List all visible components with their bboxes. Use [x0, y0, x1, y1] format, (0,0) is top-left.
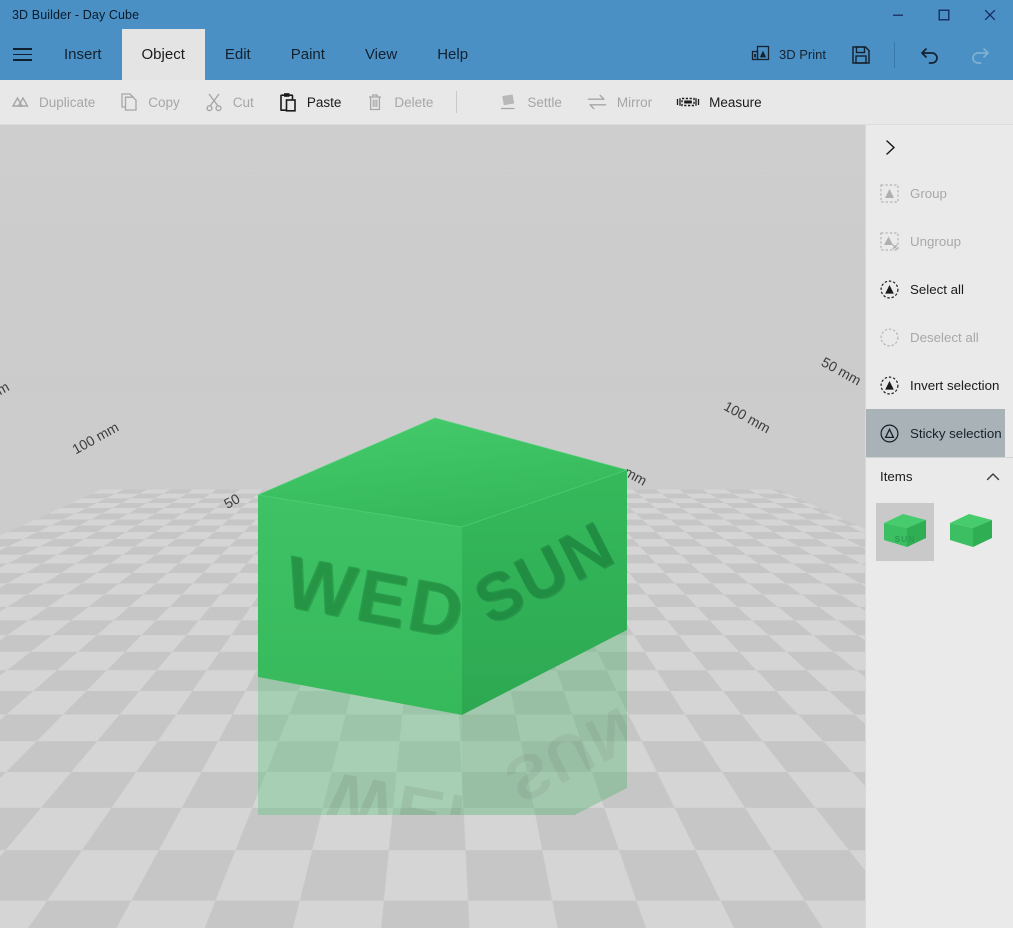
duplicate-label: Duplicate — [39, 95, 95, 110]
minimize-icon — [892, 9, 904, 21]
items-header-label: Items — [880, 469, 913, 484]
toolbar-separator — [456, 91, 457, 113]
delete-icon — [365, 92, 385, 112]
measure-icon — [676, 92, 700, 112]
item-thumbnail-cube: SUN — [883, 513, 927, 551]
menu-bar-actions: 3D Print — [739, 29, 1013, 80]
panel-expand-button[interactable] — [866, 125, 1013, 169]
ruler-label: mm — [0, 378, 12, 403]
item-thumbnail-label: SUN — [883, 534, 927, 544]
hamburger-line — [13, 48, 32, 50]
copy-icon — [119, 92, 139, 112]
menu-item-object[interactable]: Object — [122, 29, 205, 80]
measure-button[interactable]: Measure — [666, 80, 776, 125]
panel-item-invert-selection[interactable]: Invert selection — [866, 361, 1013, 409]
panel-item-label: Sticky selection — [910, 426, 1002, 441]
menu-item-edit[interactable]: Edit — [205, 29, 271, 80]
mirror-button[interactable]: Mirror — [576, 80, 666, 125]
menu-bar: Insert Object Edit Paint View Help 3D Pr… — [0, 29, 1013, 80]
items-thumbnail-grid: SUN — [866, 495, 1013, 561]
3d-print-button[interactable]: 3D Print — [739, 29, 838, 80]
cube-geometry: WED SUN WED WED SUN SU — [255, 415, 665, 815]
mirror-icon — [586, 92, 608, 112]
close-icon — [984, 9, 996, 21]
object-panel: Group Ungroup Select all Deselect all — [865, 125, 1013, 928]
menu-item-help[interactable]: Help — [417, 29, 488, 80]
deselect-all-icon — [880, 328, 899, 347]
undo-icon — [918, 43, 942, 67]
items-section-header[interactable]: Items — [866, 457, 1013, 495]
panel-item-ungroup[interactable]: Ungroup — [866, 217, 1013, 265]
invert-selection-icon — [880, 376, 899, 395]
panel-item-sticky-selection[interactable]: Sticky selection — [866, 409, 1005, 457]
panel-item-label: Ungroup — [910, 234, 961, 249]
cut-label: Cut — [233, 95, 254, 110]
mirror-label: Mirror — [617, 95, 652, 110]
panel-item-label: Invert selection — [910, 378, 999, 393]
save-button[interactable] — [838, 29, 884, 80]
cube-model[interactable]: WED SUN WED WED SUN SU — [255, 415, 665, 815]
paste-label: Paste — [307, 95, 342, 110]
app-window: 3D Builder - Day Cube — [0, 0, 1013, 928]
3d-viewport[interactable]: mm 100 mm 50 50 mm 100 mm mm — [0, 125, 865, 928]
item-thumbnail[interactable] — [942, 503, 1000, 561]
copy-button[interactable]: Copy — [109, 80, 194, 125]
ruler-label: 100 mm — [721, 398, 773, 437]
hamburger-line — [13, 59, 32, 61]
redo-icon — [968, 43, 992, 67]
cut-button[interactable]: Cut — [194, 80, 268, 125]
command-toolbar: Duplicate Copy Cut Paste — [0, 80, 1013, 125]
group-icon — [880, 184, 899, 203]
maximize-icon — [938, 9, 950, 21]
settle-label: Settle — [527, 95, 562, 110]
duplicate-icon — [10, 92, 30, 112]
ungroup-icon — [880, 232, 899, 251]
cut-icon — [204, 92, 224, 112]
delete-button[interactable]: Delete — [355, 80, 447, 125]
menu-icon[interactable] — [0, 29, 44, 80]
maximize-button[interactable] — [921, 0, 967, 29]
delete-label: Delete — [394, 95, 433, 110]
settle-button[interactable]: Settle — [488, 80, 576, 125]
item-thumbnail-cube — [949, 513, 993, 551]
window-title: 3D Builder - Day Cube — [12, 8, 139, 22]
menu-item-insert[interactable]: Insert — [44, 29, 122, 80]
close-button[interactable] — [967, 0, 1013, 29]
thumbnail-cube-geometry — [883, 513, 927, 551]
copy-label: Copy — [148, 95, 180, 110]
title-bar: 3D Builder - Day Cube — [0, 0, 1013, 29]
settle-icon — [498, 92, 518, 112]
thumbnail-cube-geometry — [949, 513, 993, 551]
measure-label: Measure — [709, 95, 762, 110]
redo-button[interactable] — [955, 29, 1005, 80]
hamburger-line — [13, 54, 32, 56]
menu-item-view[interactable]: View — [345, 29, 417, 80]
ruler-label: 100 mm — [69, 419, 121, 458]
chevron-right-icon — [882, 139, 899, 156]
3d-print-label: 3D Print — [779, 47, 826, 62]
item-thumbnail[interactable]: SUN — [876, 503, 934, 561]
minimize-button[interactable] — [875, 0, 921, 29]
menu-separator — [894, 42, 895, 68]
panel-item-select-all[interactable]: Select all — [866, 265, 1013, 313]
select-all-icon — [880, 280, 899, 299]
panel-item-label: Select all — [910, 282, 964, 297]
panel-item-label: Deselect all — [910, 330, 979, 345]
chevron-up-icon[interactable] — [985, 469, 1001, 485]
undo-button[interactable] — [905, 29, 955, 80]
duplicate-button[interactable]: Duplicate — [0, 80, 109, 125]
sticky-selection-icon — [880, 424, 899, 443]
window-controls — [875, 0, 1013, 29]
panel-item-deselect-all[interactable]: Deselect all — [866, 313, 1013, 361]
menu-item-paint[interactable]: Paint — [271, 29, 345, 80]
paste-button[interactable]: Paste — [268, 80, 356, 125]
panel-item-label: Group — [910, 186, 947, 201]
panel-item-group[interactable]: Group — [866, 169, 1013, 217]
paste-icon — [278, 92, 298, 112]
3d-print-icon — [751, 45, 770, 64]
ruler-label: 50 mm — [819, 354, 864, 389]
save-icon — [851, 45, 871, 65]
